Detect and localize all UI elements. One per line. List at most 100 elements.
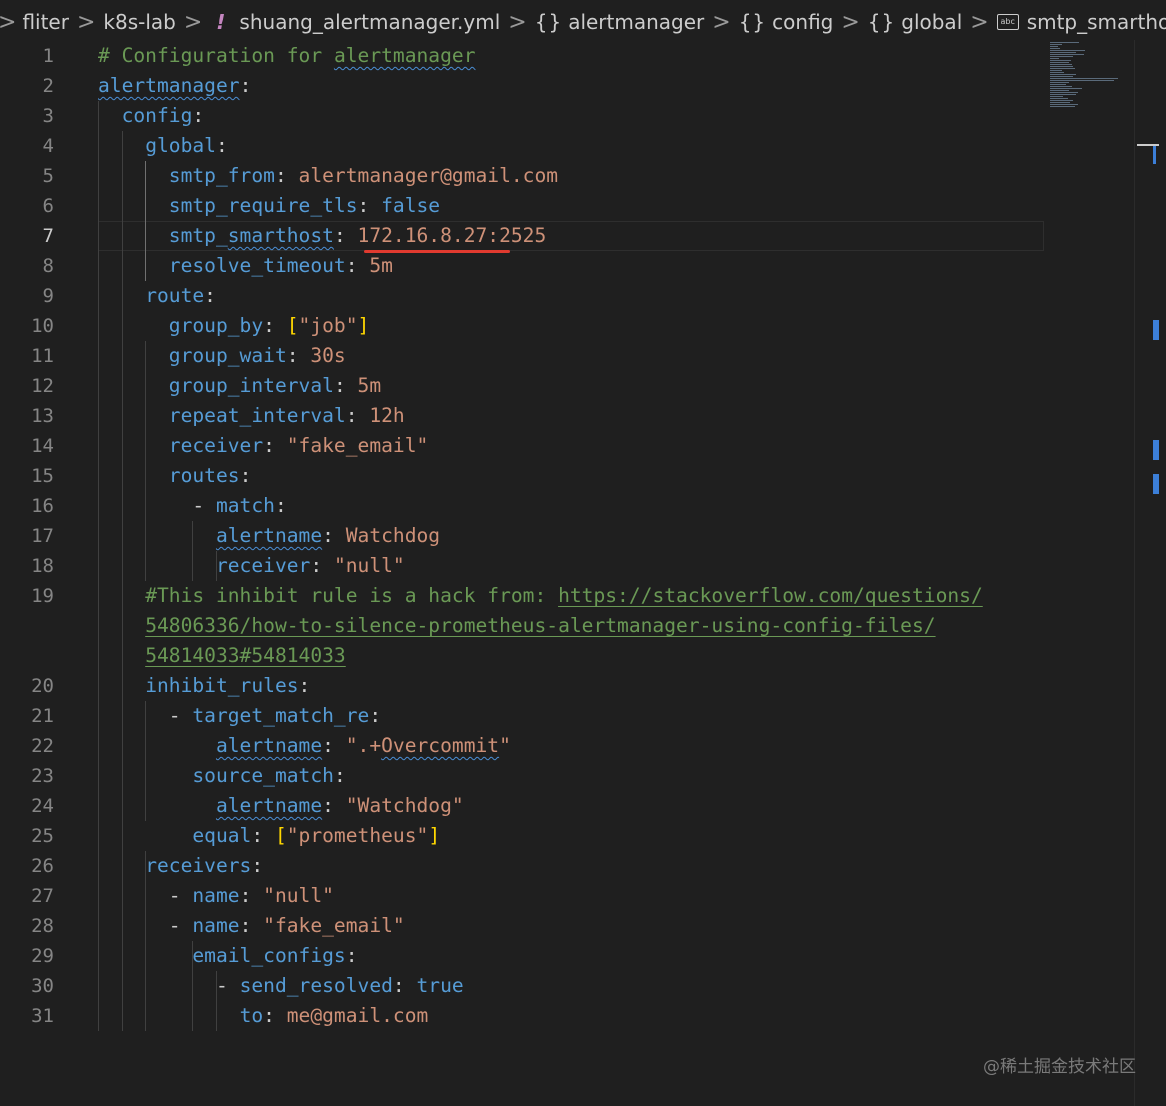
code-line[interactable]: 54806336/how-to-silence-prometheus-alert… <box>0 611 1134 641</box>
breadcrumb-symbol-smtp-smarthost[interactable]: abc smtp_smarthost <box>996 10 1166 34</box>
chevron-right-icon: > <box>970 9 989 35</box>
code-token: : <box>298 674 311 697</box>
code-line[interactable]: 5 smtp_from: alertmanager@gmail.com <box>0 161 1134 191</box>
code-token: : <box>239 914 264 937</box>
code-token: "null" <box>263 884 334 907</box>
code-line[interactable]: 54814033#54814033 <box>0 641 1134 671</box>
minimap-line <box>1050 80 1114 81</box>
code-line[interactable]: 29 email_configs: <box>0 941 1134 971</box>
code-line[interactable]: 7 smtp_smarthost: 172.16.8.27:2525 <box>0 221 1134 251</box>
code-line[interactable]: 1 # Configuration for alertmanager <box>0 41 1134 71</box>
vertical-scrollbar[interactable] <box>1134 40 1166 1106</box>
code-editor[interactable]: 1 # Configuration for alertmanager 2 alertm… <box>0 41 1134 1106</box>
yaml-file-icon: ! <box>216 10 226 34</box>
code-line[interactable]: 25 equal: ["prometheus"] <box>0 821 1134 851</box>
code-token: : <box>251 854 264 877</box>
code-token: - <box>98 884 193 907</box>
code-text: 54806336/how-to-silence-prometheus-alert… <box>98 611 935 641</box>
code-token: 172.16.8.27:2525 <box>357 224 547 247</box>
code-token: : <box>192 104 205 127</box>
code-token: - <box>98 704 193 727</box>
code-line[interactable]: 2 alertmanager: <box>0 71 1134 101</box>
code-token: : <box>333 374 358 397</box>
code-line[interactable]: 3 config: <box>0 101 1134 131</box>
code-line[interactable]: 12 group_interval: 5m <box>0 371 1134 401</box>
breadcrumb-folder-k8s-lab[interactable]: k8s-lab <box>103 10 175 34</box>
code-token: name <box>192 914 240 937</box>
breadcrumb-symbol-global[interactable]: {} global <box>868 10 962 34</box>
code-line[interactable]: 16 - match: <box>0 491 1134 521</box>
code-line[interactable]: 6 smtp_require_tls: false <box>0 191 1134 221</box>
code-line[interactable]: 26 receivers: <box>0 851 1134 881</box>
chevron-right-icon: > <box>508 9 527 35</box>
code-line[interactable]: 11 group_wait: 30s <box>0 341 1134 371</box>
code-text: - target_match_re: <box>98 701 381 731</box>
code-token: : <box>333 224 358 247</box>
code-line[interactable]: 4 global: <box>0 131 1134 161</box>
breadcrumb-symbol-alertmanager[interactable]: {} alertmanager <box>535 10 705 34</box>
code-token: : <box>239 884 264 907</box>
code-text: #This inhibit rule is a hack from: https… <box>98 581 983 611</box>
code-token: smarthost <box>227 224 334 247</box>
code-token: https://stackoverflow.com/questions/ <box>558 584 983 607</box>
code-line[interactable]: 22 alertname: ".+Overcommit" <box>0 731 1134 761</box>
code-token: ] <box>357 314 370 337</box>
code-token: : <box>322 734 346 757</box>
code-token: ".+ <box>345 734 382 757</box>
code-line[interactable]: 19 #This inhibit rule is a hack from: ht… <box>0 581 1134 611</box>
code-line[interactable]: 23 source_match: <box>0 761 1134 791</box>
code-token: repeat_interval <box>168 404 346 427</box>
code-token: : <box>357 194 382 217</box>
code-text: route: <box>98 281 216 311</box>
code-line[interactable]: 15 routes: <box>0 461 1134 491</box>
line-number: 6 <box>42 195 54 217</box>
line-number: 5 <box>42 165 54 187</box>
code-token: "null" <box>333 554 405 577</box>
minimap[interactable] <box>1046 40 1134 120</box>
code-text: config: <box>98 101 205 131</box>
code-line[interactable]: 28 - name: "fake_email" <box>0 911 1134 941</box>
code-line[interactable]: 17 alertname: Watchdog <box>0 521 1134 551</box>
code-text: alertname: "Watchdog" <box>98 791 464 821</box>
minimap-line <box>1050 58 1059 59</box>
code-line[interactable]: 13 repeat_interval: 12h <box>0 401 1134 431</box>
code-token: "Watchdog" <box>345 794 464 817</box>
code-token: 5m <box>369 254 393 277</box>
code-line[interactable]: 18 receiver: "null" <box>0 551 1134 581</box>
breadcrumb-folder-fliter[interactable]: fliter <box>22 10 69 34</box>
code-token: : <box>263 314 287 337</box>
code-line[interactable]: 20 inhibit_rules: <box>0 671 1134 701</box>
code-token: email_configs <box>192 944 346 967</box>
code-line[interactable]: 31 to: me@gmail.com <box>0 1001 1134 1031</box>
code-line[interactable]: 10 group_by: ["job"] <box>0 311 1134 341</box>
code-line[interactable]: 30 - send_resolved: true <box>0 971 1134 1001</box>
scrollbar-marker <box>1153 474 1159 494</box>
code-token: alertname <box>215 734 323 757</box>
code-text: group_by: ["job"] <box>98 311 370 341</box>
line-number: 4 <box>42 135 54 157</box>
code-line[interactable]: 27 - name: "null" <box>0 881 1134 911</box>
code-token: " <box>499 734 511 757</box>
breadcrumb-symbol-config[interactable]: {} config <box>739 10 834 34</box>
code-text: group_interval: 5m <box>98 371 381 401</box>
code-token: false <box>381 194 441 217</box>
code-token: group_wait <box>168 344 287 367</box>
line-number: 31 <box>31 1005 54 1027</box>
breadcrumb-file[interactable]: ! shuang_alertmanager.yml <box>210 10 500 34</box>
scrollbar-marker <box>1153 320 1159 340</box>
code-line[interactable]: 21 - target_match_re: <box>0 701 1134 731</box>
code-text: receiver: "null" <box>98 551 405 581</box>
code-line[interactable]: 9 route: <box>0 281 1134 311</box>
code-line[interactable]: 8 resolve_timeout: 5m <box>0 251 1134 281</box>
watermark: @稀土掘金技术社区 <box>983 1057 1136 1077</box>
minimap-line <box>1050 74 1077 75</box>
code-line[interactable]: 14 receiver: "fake_email" <box>0 431 1134 461</box>
code-text: smtp_from: alertmanager@gmail.com <box>98 161 558 191</box>
code-line[interactable]: 24 alertname: "Watchdog" <box>0 791 1134 821</box>
